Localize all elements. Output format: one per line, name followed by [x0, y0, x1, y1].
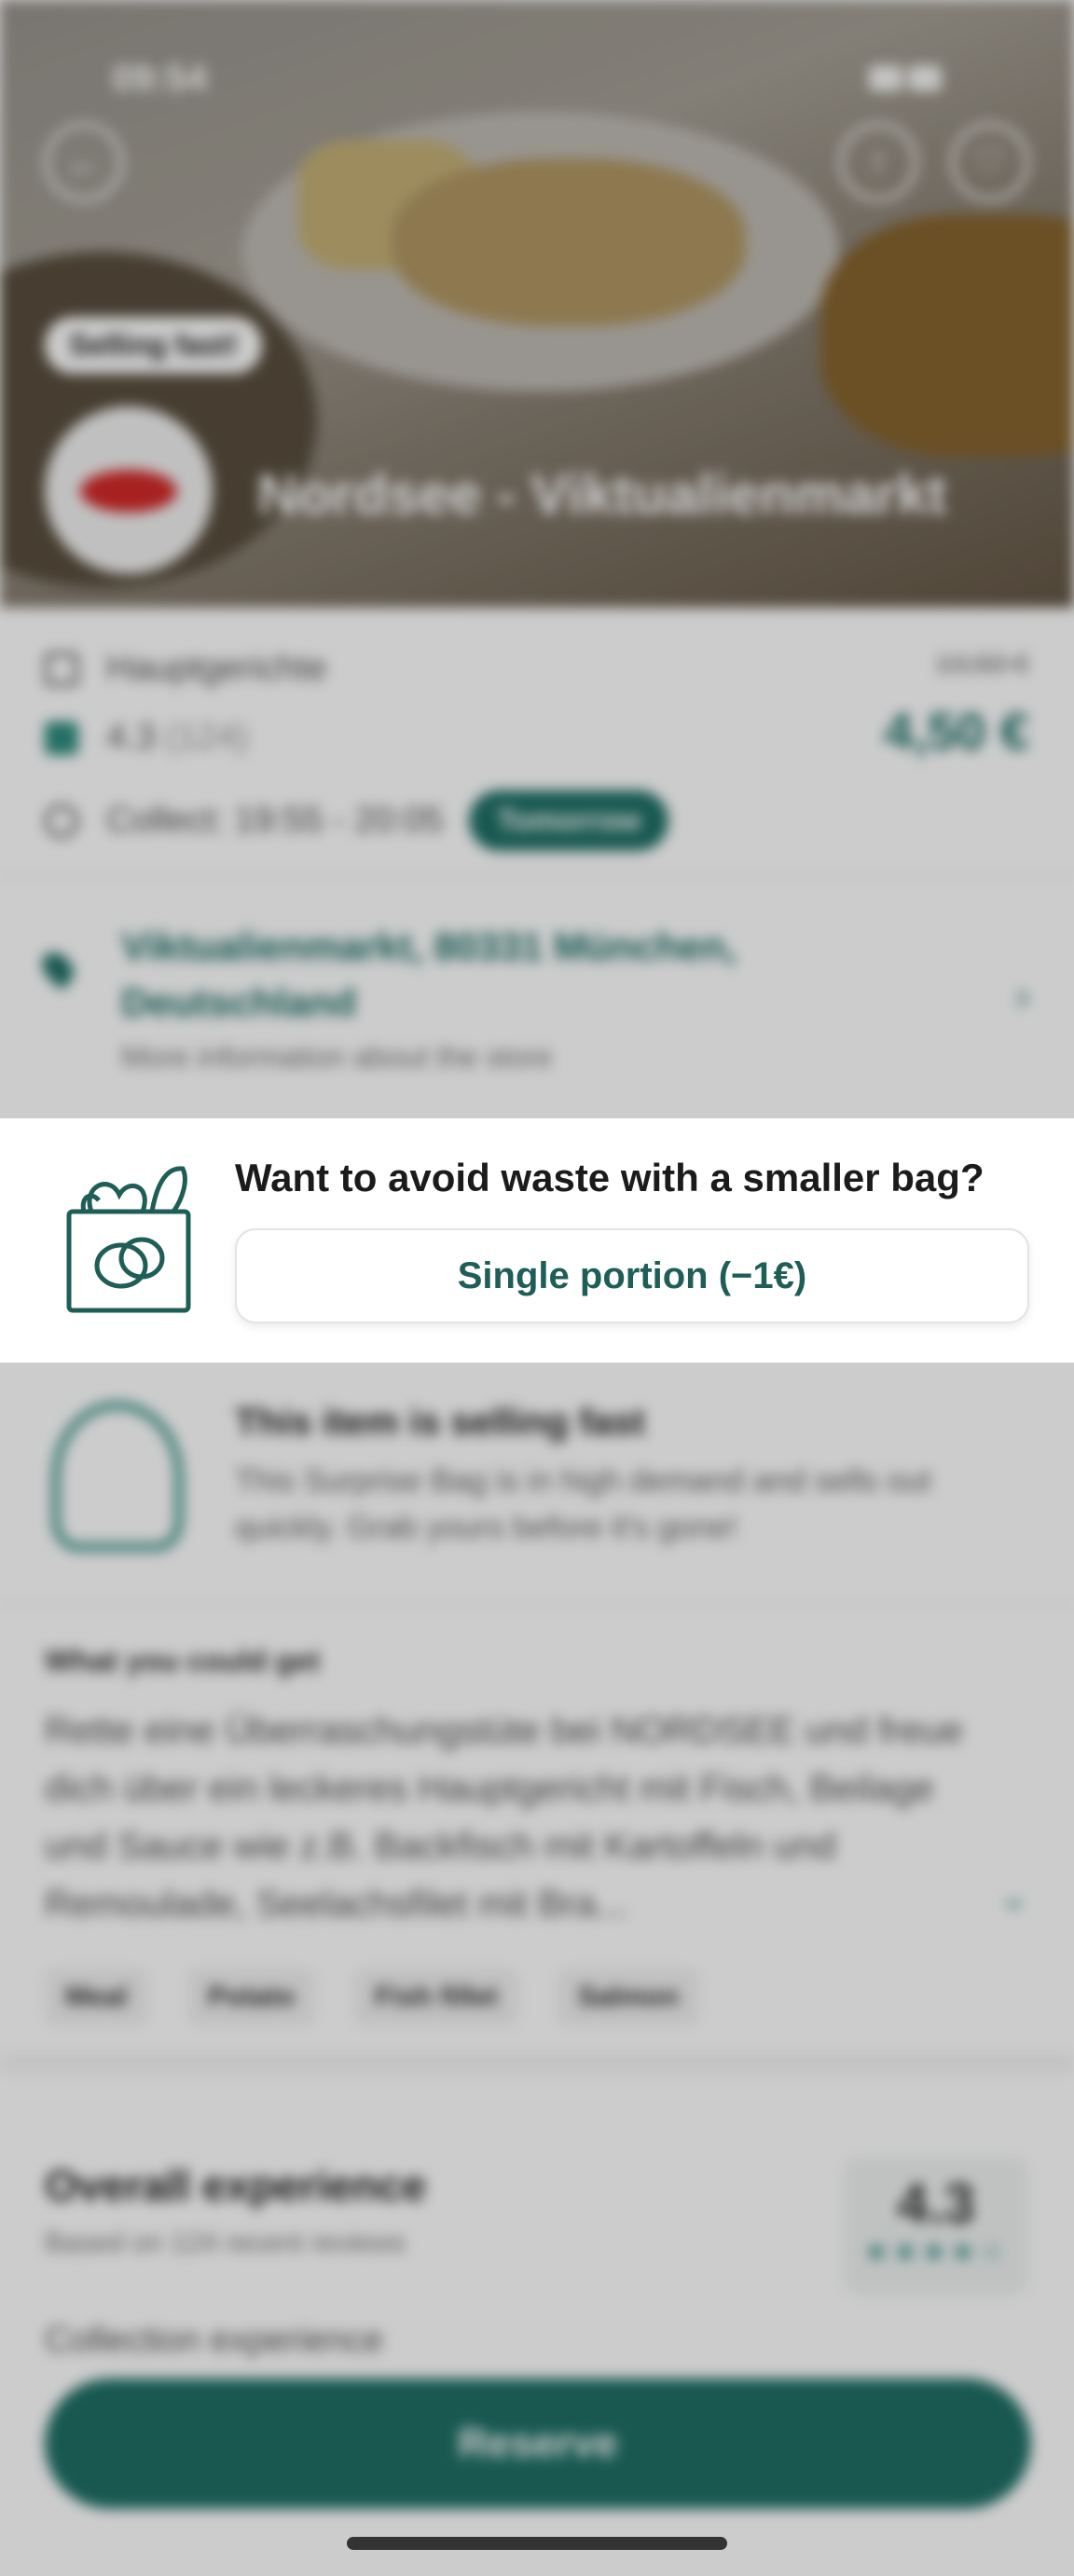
- smaller-bag-banner: Want to avoid waste with a smaller bag? …: [0, 1118, 1074, 1363]
- grocery-bag-icon: [66, 1166, 191, 1313]
- page: 09:54 ← ↑ ♡ Selling fast! Nordsee - Vikt…: [0, 0, 1074, 2576]
- banner-title: Want to avoid waste with a smaller bag?: [235, 1156, 984, 1199]
- single-portion-button[interactable]: Single portion (−1€): [235, 1228, 1029, 1323]
- home-indicator: [347, 2537, 727, 2550]
